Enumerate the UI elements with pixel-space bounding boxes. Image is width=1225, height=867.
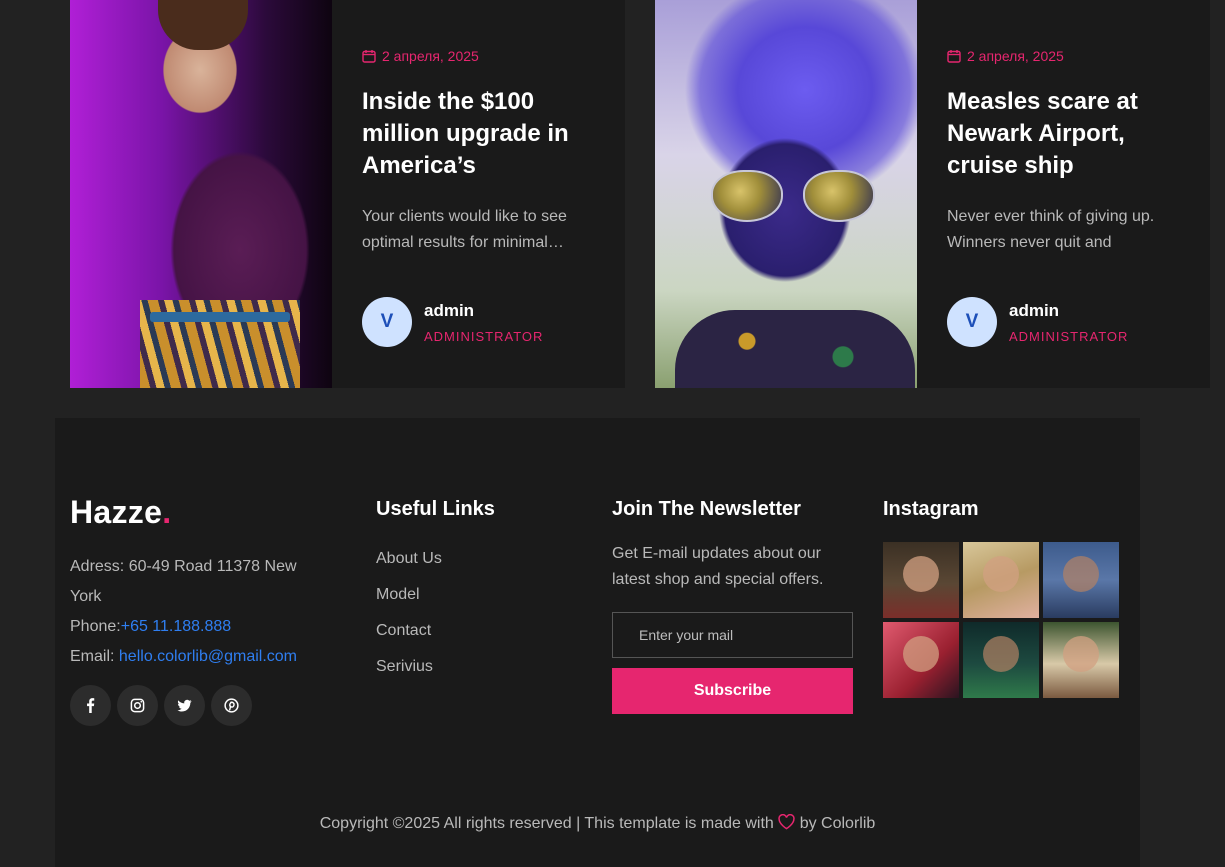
phone-link[interactable]: +65 11.188.888 (121, 618, 231, 635)
instagram-grid (883, 542, 1119, 698)
post-date: 2 апреля, 2025 (362, 46, 595, 66)
post-date: 2 апреля, 2025 (947, 46, 1180, 66)
footer-link-about-us[interactable]: About Us (376, 544, 442, 580)
site-footer: Hazze. Adress: 60-49 Road 11378 New York… (55, 418, 1140, 867)
contact-phone: Phone:+65 11.188.888 (70, 612, 330, 642)
newsletter-title: Join The Newsletter (612, 498, 801, 520)
footer-logo[interactable]: Hazze. (70, 494, 171, 531)
copyright: Copyright ©2025 All rights reserved | Th… (55, 814, 1140, 833)
blog-card-body: 2 апреля, 2025 Inside the $100 million u… (332, 0, 625, 388)
subscribe-button[interactable]: Subscribe (612, 668, 853, 714)
post-author: V admin ADMINISTRATOR (947, 297, 1128, 347)
logo-text: Hazze (70, 494, 163, 530)
twitter-button[interactable] (164, 685, 205, 726)
pinterest-icon (224, 698, 239, 713)
colorlib-link[interactable]: by Colorlib (795, 815, 876, 832)
heart-icon (778, 814, 795, 830)
copyright-text: Copyright ©2025 All rights reserved | Th… (319, 815, 779, 832)
useful-links-list: About Us Model Contact Serivius (376, 544, 442, 688)
image-detail (675, 310, 915, 388)
avatar: V (947, 297, 997, 347)
post-date-text: 2 апреля, 2025 (967, 48, 1064, 64)
avatar: V (362, 297, 412, 347)
logo-dot: . (162, 494, 172, 530)
newsletter-email-input[interactable] (612, 612, 853, 658)
instagram-icon (130, 698, 145, 713)
footer-link-serivius[interactable]: Serivius (376, 652, 442, 688)
author-name[interactable]: admin (424, 301, 543, 321)
instagram-photo[interactable] (883, 542, 959, 618)
calendar-icon (947, 50, 961, 63)
author-role: ADMINISTRATOR (424, 328, 544, 344)
instagram-photo[interactable] (1043, 622, 1119, 698)
blog-card[interactable]: 2 апреля, 2025 Inside the $100 million u… (70, 0, 625, 388)
useful-links-title: Useful Links (376, 498, 495, 520)
image-detail (158, 0, 248, 50)
pinterest-button[interactable] (211, 685, 252, 726)
instagram-title: Instagram (883, 498, 979, 520)
instagram-photo[interactable] (963, 542, 1039, 618)
image-detail (803, 170, 875, 222)
blog-card-image[interactable] (655, 0, 917, 388)
post-excerpt: Never ever think of giving up. Winners n… (947, 208, 1155, 251)
facebook-button[interactable] (70, 685, 111, 726)
author-role: ADMINISTRATOR (1009, 328, 1129, 344)
instagram-button[interactable] (117, 685, 158, 726)
instagram-photo[interactable] (963, 622, 1039, 698)
footer-link-contact[interactable]: Contact (376, 616, 442, 652)
image-detail (711, 170, 783, 222)
contact-info: Adress: 60-49 Road 11378 New York Phone:… (70, 552, 330, 672)
calendar-icon (362, 50, 376, 63)
post-title[interactable]: Measles scare at Newark Airport, cruise … (947, 86, 1180, 182)
contact-address: Adress: 60-49 Road 11378 New York (70, 552, 330, 612)
email-link[interactable]: hello.colorlib@gmail.com (119, 648, 297, 665)
instagram-photo[interactable] (883, 622, 959, 698)
phone-label: Phone: (70, 618, 121, 635)
image-detail (150, 312, 290, 322)
post-date-text: 2 апреля, 2025 (382, 48, 479, 64)
twitter-icon (177, 699, 192, 712)
newsletter-text: Get E-mail updates about our latest shop… (612, 545, 824, 588)
post-excerpt: Your clients would like to see optimal r… (362, 208, 567, 251)
blog-card[interactable]: 2 апреля, 2025 Measles scare at Newark A… (655, 0, 1210, 388)
blog-card-image[interactable] (70, 0, 332, 388)
post-author: V admin ADMINISTRATOR (362, 297, 543, 347)
address-label: Adress: (70, 558, 125, 575)
facebook-icon (87, 698, 95, 713)
instagram-photo[interactable] (1043, 542, 1119, 618)
author-name[interactable]: admin (1009, 301, 1128, 321)
footer-link-model[interactable]: Model (376, 580, 442, 616)
email-label: Email: (70, 648, 115, 665)
post-title[interactable]: Inside the $100 million upgrade in Ameri… (362, 86, 595, 182)
blog-card-body: 2 апреля, 2025 Measles scare at Newark A… (917, 0, 1210, 388)
social-links (70, 685, 252, 726)
contact-email: Email: hello.colorlib@gmail.com (70, 642, 330, 672)
